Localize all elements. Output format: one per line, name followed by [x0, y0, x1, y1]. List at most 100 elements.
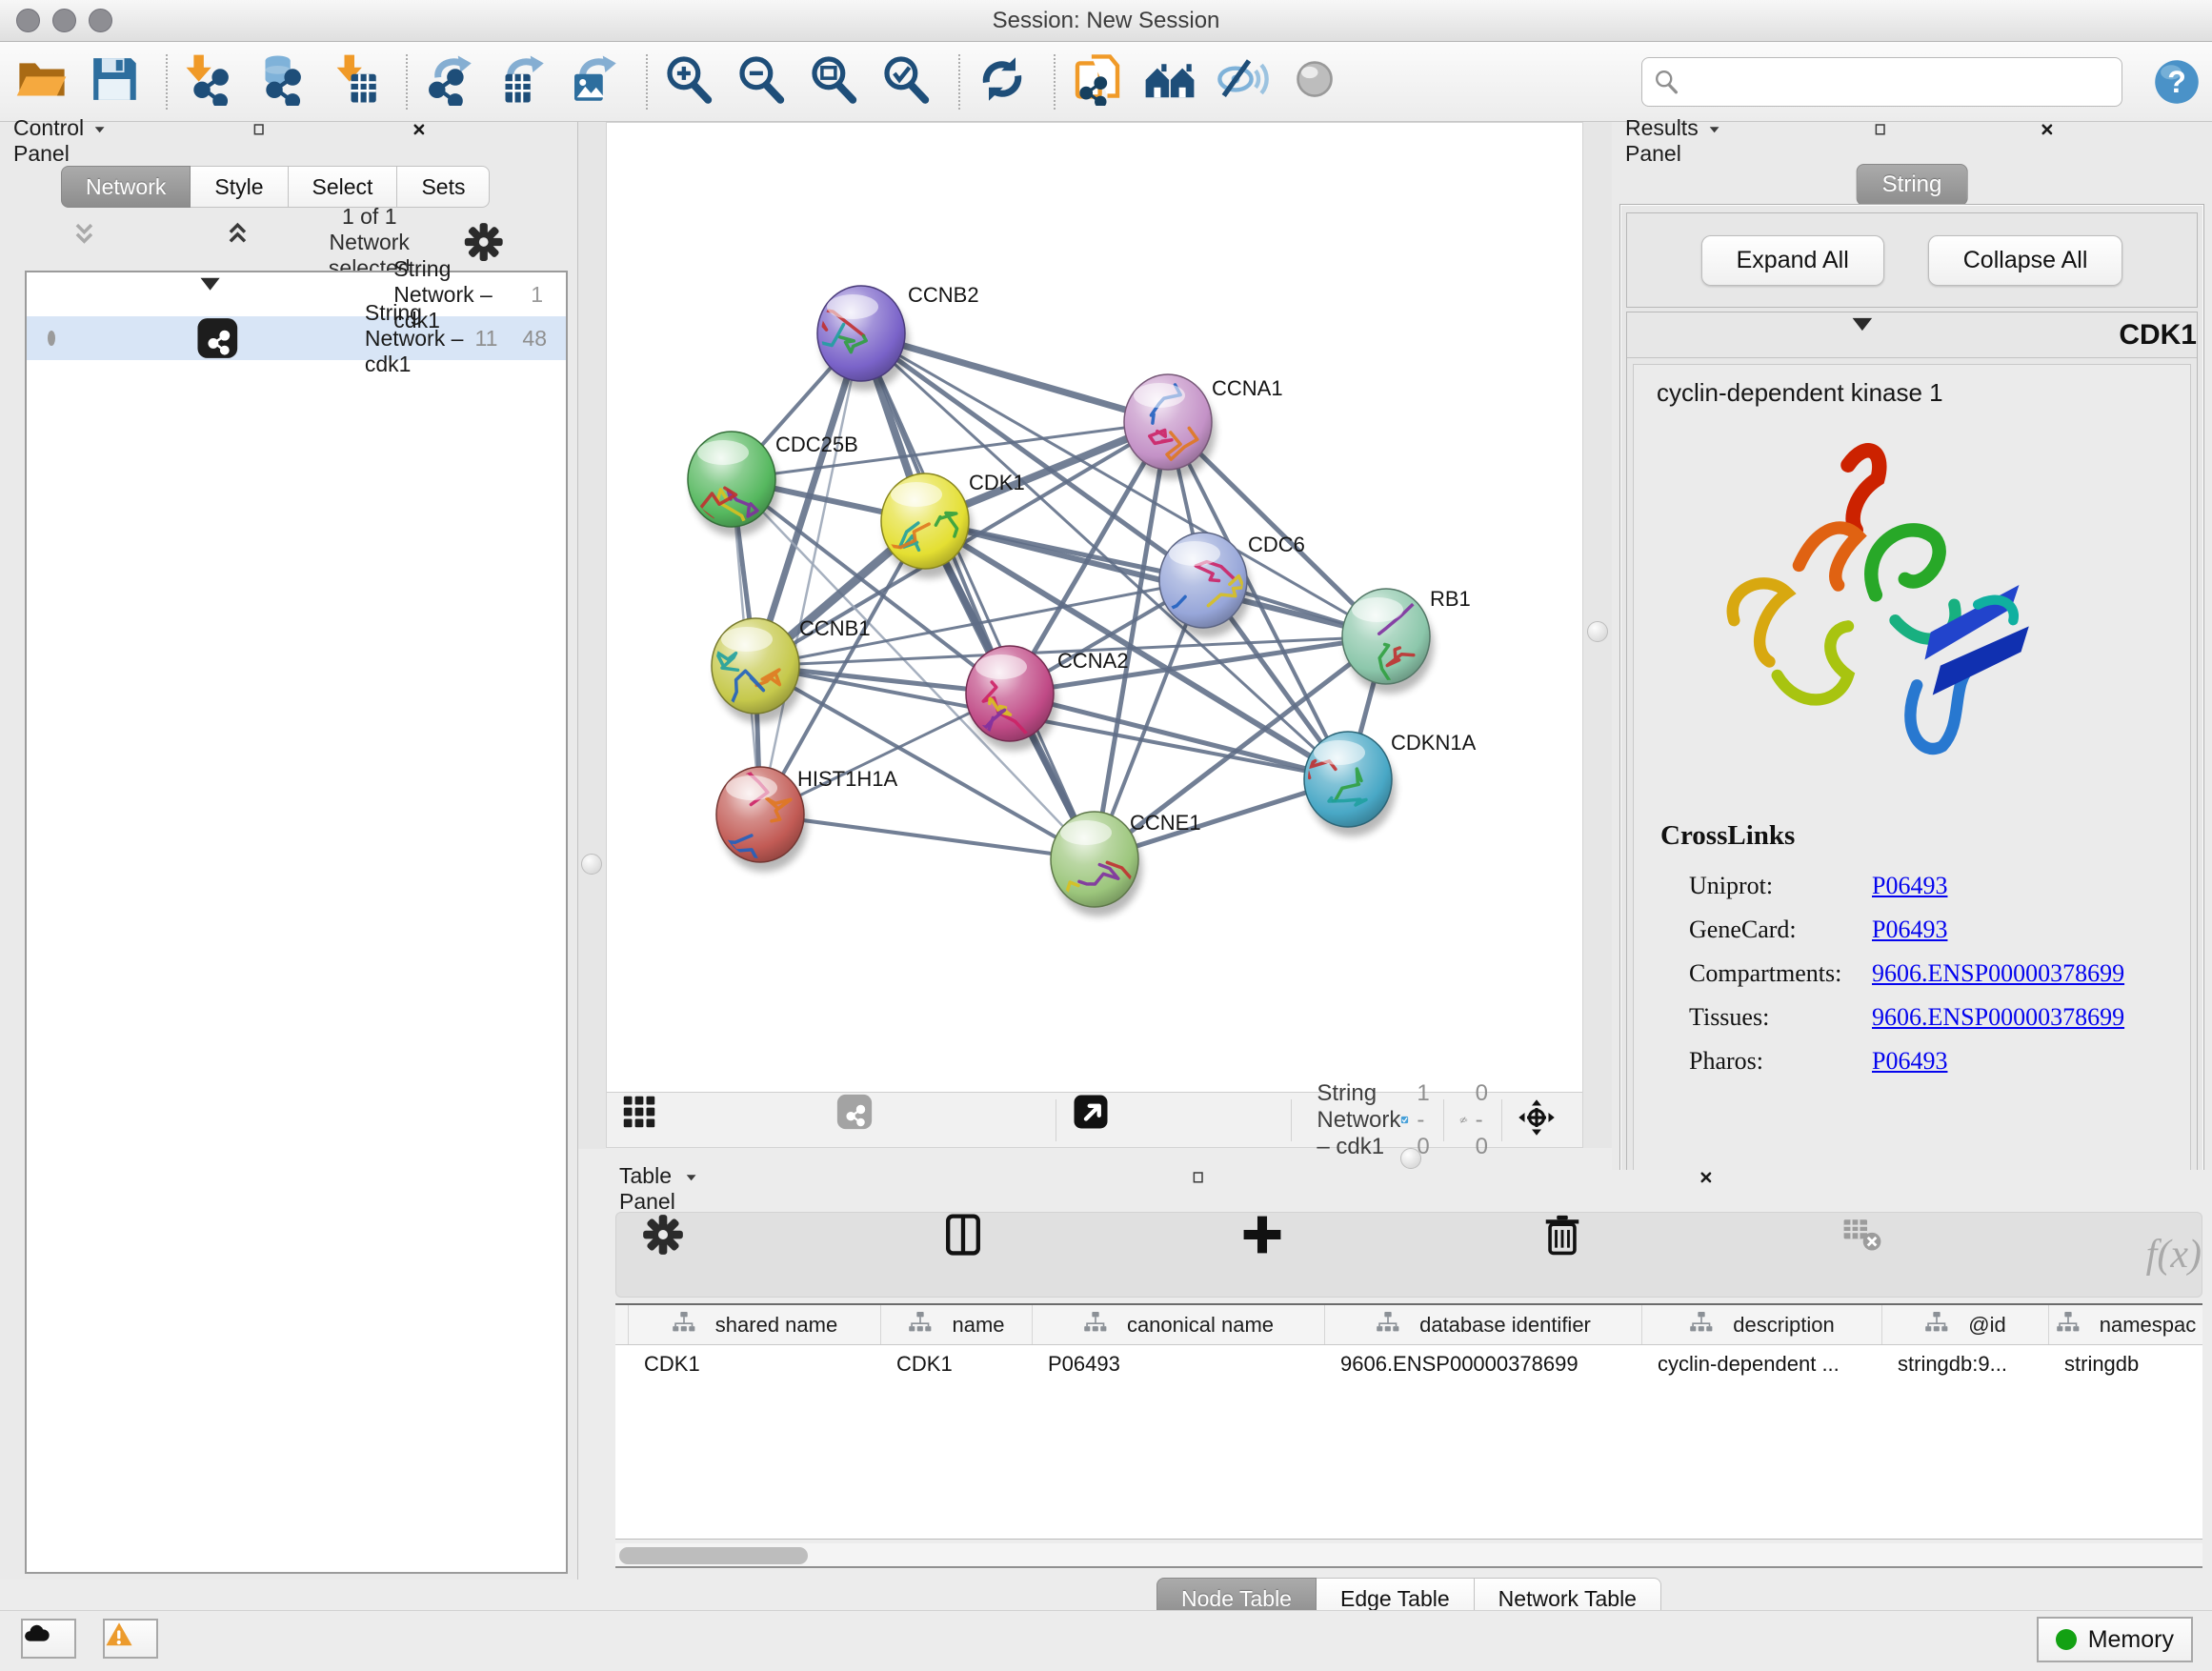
left-splitter[interactable]: [578, 122, 607, 1149]
delete-column-button[interactable]: [1540, 1213, 1818, 1297]
network-graph[interactable]: CCNB2CCNA1CDC25BCDK1CDC6RB1CCNB1CCNA2CDK…: [607, 123, 1582, 1092]
network-node[interactable]: [1151, 533, 1251, 637]
hide-glass-button[interactable]: [1216, 52, 1275, 111]
grid-view-icon[interactable]: [620, 1093, 822, 1147]
import-network-button[interactable]: [183, 52, 242, 111]
table-options-gear-button[interactable]: [641, 1213, 918, 1297]
home-pair-button[interactable]: [1143, 52, 1202, 111]
network-node-label: CDC25B: [775, 433, 858, 456]
crosslink-link[interactable]: 9606.ENSP00000378699: [1872, 1003, 2124, 1032]
column-header-description[interactable]: description: [1642, 1305, 1882, 1344]
table-cell[interactable]: 9606.ENSP00000378699: [1325, 1345, 1642, 1385]
show-columns-button[interactable]: [941, 1213, 1218, 1297]
network-edge[interactable]: [760, 815, 1095, 859]
sphere-view-button[interactable]: [1288, 52, 1347, 111]
panel-float-icon[interactable]: [251, 122, 404, 160]
panel-close-icon[interactable]: [412, 122, 564, 160]
collapse-all-chevron-icon[interactable]: [21, 221, 167, 263]
panel-menu-icon[interactable]: [91, 122, 244, 160]
table-hscrollbar[interactable]: [615, 1543, 2202, 1568]
apply-layout-button[interactable]: [975, 52, 1035, 111]
tree-expand-caret-icon[interactable]: [53, 272, 386, 316]
string-document-share-icon: [1071, 52, 1130, 111]
network-node[interactable]: [688, 432, 779, 536]
network-canvas[interactable]: CCNB2CCNA1CDC25BCDK1CDC6RB1CCNB1CCNA2CDK…: [606, 122, 1583, 1148]
column-header-database-identifier[interactable]: database identifier: [1325, 1305, 1642, 1344]
export-image-button[interactable]: [568, 52, 627, 111]
tab-network[interactable]: Network: [61, 166, 191, 208]
panel-close-icon[interactable]: [1699, 1170, 2199, 1208]
string-import-button[interactable]: [1071, 52, 1130, 111]
add-column-button[interactable]: [1240, 1213, 1518, 1297]
panel-menu-icon[interactable]: [683, 1170, 1183, 1208]
crosslink-link[interactable]: P06493: [1872, 872, 1947, 900]
selected-checkbox-icon[interactable]: [1400, 1112, 1409, 1129]
network-node[interactable]: [966, 646, 1057, 751]
network-node[interactable]: [784, 286, 909, 391]
panel-close-icon[interactable]: [2040, 122, 2199, 160]
network-node[interactable]: [868, 473, 973, 578]
table-hscrollbar-thumb[interactable]: [619, 1547, 808, 1564]
share-view-icon[interactable]: [835, 1093, 1037, 1147]
table-cell[interactable]: CDK1: [629, 1345, 881, 1385]
panel-float-icon[interactable]: [1873, 122, 2032, 160]
zoom-in-button[interactable]: [663, 52, 722, 111]
birdseye-view-icon[interactable]: [1072, 1093, 1274, 1147]
fit-selected-crosshair-icon[interactable]: [1518, 1098, 1556, 1141]
zoom-out-button[interactable]: [735, 52, 794, 111]
network-node[interactable]: [1304, 732, 1396, 836]
expand-all-button[interactable]: Expand All: [1701, 235, 1884, 286]
table-cell[interactable]: stringdb:9...: [1882, 1345, 2049, 1385]
help-button[interactable]: ?: [2151, 56, 2202, 108]
panel-menu-icon[interactable]: [1706, 122, 1865, 160]
import-network-from-database-button[interactable]: [255, 52, 314, 111]
tab-style[interactable]: Style: [191, 166, 288, 208]
column-header-name[interactable]: name: [881, 1305, 1033, 1344]
tab-select[interactable]: Select: [289, 166, 398, 208]
warnings-button[interactable]: [103, 1619, 158, 1659]
column-header-namespac[interactable]: namespac: [2049, 1305, 2202, 1344]
collapse-all-button[interactable]: Collapse All: [1928, 235, 2123, 286]
table-cell[interactable]: cyclin-dependent ...: [1642, 1345, 1882, 1385]
node-result-header[interactable]: CDK1: [1627, 312, 2197, 358]
search-input[interactable]: [1641, 57, 2122, 107]
right-splitter[interactable]: [1583, 122, 1612, 1149]
crosslink-link[interactable]: P06493: [1872, 916, 1947, 944]
network-row-label: String Network – cdk1: [365, 300, 475, 377]
network-node-label: CDC6: [1248, 533, 1305, 556]
column-header-canonical-name[interactable]: canonical name: [1033, 1305, 1325, 1344]
memory-button[interactable]: Memory: [2037, 1617, 2193, 1662]
network-node[interactable]: [1124, 374, 1216, 479]
open-session-button[interactable]: [15, 52, 74, 111]
zoom-fit-button[interactable]: [808, 52, 867, 111]
save-session-button[interactable]: [88, 52, 147, 111]
hidden-eye-icon[interactable]: [1459, 1112, 1468, 1129]
expand-all-chevron-icon[interactable]: [174, 221, 320, 263]
protein-structure-image: [1679, 428, 2080, 801]
export-table-button[interactable]: [495, 52, 554, 111]
column-header-@id[interactable]: @id: [1882, 1305, 2049, 1344]
import-database-icon: [255, 52, 314, 111]
zoom-selected-button[interactable]: [880, 52, 939, 111]
left-splitter-handle[interactable]: [581, 854, 602, 875]
export-network-button[interactable]: [423, 52, 482, 111]
control-panel-title: Control Panel: [13, 115, 84, 167]
column-header-label: @id: [1968, 1313, 2005, 1338]
crosslink-link[interactable]: P06493: [1872, 1047, 1947, 1076]
import-table-button[interactable]: [328, 52, 387, 111]
crosslink-link[interactable]: 9606.ENSP00000378699: [1872, 959, 2124, 988]
table-cell[interactable]: CDK1: [881, 1345, 1033, 1385]
panel-float-icon[interactable]: [1191, 1170, 1691, 1208]
column-header-shared-name[interactable]: shared name: [629, 1305, 881, 1344]
cloud-status-button[interactable]: [21, 1619, 76, 1659]
table-cell[interactable]: P06493: [1033, 1345, 1325, 1385]
tab-string[interactable]: String: [1857, 164, 1968, 206]
network-edge[interactable]: [760, 333, 861, 815]
right-splitter-handle[interactable]: [1587, 621, 1608, 642]
network-collection-row[interactable]: String Network – cdk1 1: [27, 272, 566, 316]
section-collapse-caret-icon[interactable]: [1688, 312, 2056, 357]
tab-sets[interactable]: Sets: [397, 166, 490, 208]
table-cell[interactable]: stringdb: [2049, 1345, 2202, 1385]
network-node[interactable]: [716, 764, 808, 872]
table-row[interactable]: CDK1CDK1P064939606.ENSP00000378699cyclin…: [615, 1345, 2202, 1385]
